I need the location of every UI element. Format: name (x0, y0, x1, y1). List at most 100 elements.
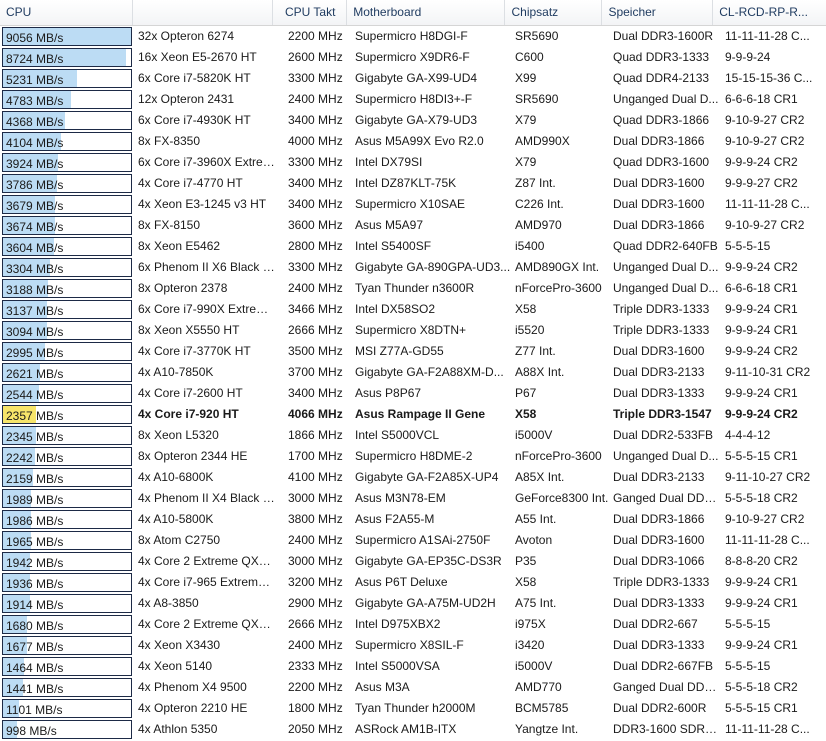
score-cell: 4368 MB/s (0, 110, 134, 131)
chipset-cell: AMD890GX Int. (515, 260, 600, 274)
table-row[interactable]: 3786 MB/s 4x Core i7-4770 HT 3400 MHz Intel… (0, 173, 826, 194)
cpu-name-cell: 8x FX-8150 (138, 218, 201, 232)
table-row[interactable]: 2621 MB/s 4x A10-7850K 3700 MHz Gigabyte GA… (0, 362, 826, 383)
table-row[interactable]: 1464 MB/s 4x Xeon 5140 2333 MHz Intel S5000… (0, 656, 826, 677)
motherboard-cell: Intel S5400SF (355, 239, 432, 253)
memory-cell: Triple DDR3-1333 (613, 323, 710, 337)
table-row[interactable]: 1441 MB/s 4x Phenom X4 9500 2200 MHz Asus M… (0, 677, 826, 698)
score-label: 3188 MB/s (6, 283, 64, 297)
cpu-name-cell: 4x Xeon X3430 (138, 638, 221, 652)
score-label: 998 MB/s (6, 724, 57, 738)
timing-cell: 9-9-9-24 CR2 (725, 344, 798, 358)
column-header-motherboard[interactable]: Motherboard (347, 0, 506, 25)
table-row[interactable]: 1677 MB/s 4x Xeon X3430 2400 MHz Supermicro… (0, 635, 826, 656)
table-row[interactable]: 2345 MB/s 8x Xeon L5320 1866 MHz Intel S500… (0, 425, 826, 446)
timing-cell: 9-9-9-27 CR2 (725, 176, 798, 190)
column-header-cpu-clock[interactable]: CPU Takt (273, 0, 348, 25)
cpu-clock-cell: 2666 MHz (288, 617, 343, 631)
score-bar: 1101 MB/s (2, 699, 132, 718)
table-row[interactable]: 3679 MB/s 4x Xeon E3-1245 v3 HT 3400 MHz Su… (0, 194, 826, 215)
column-header-cpu[interactable]: CPU (0, 0, 133, 25)
score-bar: 1986 MB/s (2, 510, 132, 529)
table-row[interactable]: 5231 MB/s 6x Core i7-5820K HT 3300 MHz Giga… (0, 68, 826, 89)
chipset-cell: AMD970 (515, 218, 562, 232)
cpu-clock-cell: 3000 MHz (288, 554, 343, 568)
score-bar: 2995 MB/s (2, 342, 132, 361)
score-cell: 998 MB/s (0, 719, 134, 740)
cpu-clock-cell: 1700 MHz (288, 449, 343, 463)
cpu-clock-cell: 3400 MHz (288, 386, 343, 400)
table-row[interactable]: 1965 MB/s 8x Atom C2750 2400 MHz Supermicro… (0, 530, 826, 551)
table-row[interactable]: 2242 MB/s 8x Opteron 2344 HE 1700 MHz Super… (0, 446, 826, 467)
table-row[interactable]: 2159 MB/s 4x A10-6800K 4100 MHz Gigabyte GA… (0, 467, 826, 488)
table-row[interactable]: 8724 MB/s 16x Xeon E5-2670 HT 2600 MHz Supe… (0, 47, 826, 68)
score-cell: 2544 MB/s (0, 383, 134, 404)
score-bar: 998 MB/s (2, 720, 132, 739)
timing-cell: 6-6-6-18 CR1 (725, 281, 798, 295)
timing-cell: 4-4-4-12 (725, 428, 771, 442)
table-row[interactable]: 3604 MB/s 8x Xeon E5462 2800 MHz Intel S540… (0, 236, 826, 257)
timing-cell: 5-5-5-15 (725, 659, 771, 673)
timing-cell: 6-6-6-18 CR1 (725, 92, 798, 106)
timing-cell: 9-10-9-27 CR2 (725, 134, 805, 148)
table-row[interactable]: 998 MB/s 4x Athlon 5350 2050 MHz ASRock AM1… (0, 719, 826, 740)
score-cell: 4104 MB/s (0, 131, 134, 152)
table-body: 9056 MB/s 32x Opteron 6274 2200 MHz Supermi… (0, 26, 826, 740)
table-row[interactable]: 1942 MB/s 4x Core 2 Extreme QX9650 3000 MH… (0, 551, 826, 572)
timing-cell: 5-5-5-15 CR1 (725, 701, 798, 715)
chipset-cell: nForcePro-3600 (515, 281, 602, 295)
motherboard-cell: Asus F2A55-M (355, 512, 435, 526)
memory-cell: Dual DDR3-1600 (613, 197, 705, 211)
table-row[interactable]: 2995 MB/s 4x Core i7-3770K HT 3500 MHz MSI … (0, 341, 826, 362)
table-row[interactable]: 3094 MB/s 8x Xeon X5550 HT 2666 MHz Supermi… (0, 320, 826, 341)
table-row[interactable]: 9056 MB/s 32x Opteron 6274 2200 MHz Supermi… (0, 26, 826, 47)
table-row[interactable]: 1989 MB/s 4x Phenom II X4 Black 940 3000 M… (0, 488, 826, 509)
table-row[interactable]: 4104 MB/s 8x FX-8350 4000 MHz Asus M5A99X E… (0, 131, 826, 152)
table-row[interactable]: 2544 MB/s 4x Core i7-2600 HT 3400 MHz Asus … (0, 383, 826, 404)
cpu-name-cell: 8x Opteron 2378 (138, 281, 228, 295)
column-header-chipset[interactable]: Chipsatz (505, 0, 603, 25)
cpu-clock-cell: 2333 MHz (288, 659, 343, 673)
chipset-cell: AMD990X (515, 134, 570, 148)
column-header-memory[interactable]: Speicher (602, 0, 714, 25)
table-row[interactable]: 1101 MB/s 4x Opteron 2210 HE 1800 MHz Tyan … (0, 698, 826, 719)
score-label: 9056 MB/s (6, 31, 64, 45)
table-row[interactable]: 1680 MB/s 4x Core 2 Extreme QX6700 2666 MH… (0, 614, 826, 635)
timing-cell: 9-10-9-27 CR2 (725, 113, 805, 127)
table-row[interactable]: 3188 MB/s 8x Opteron 2378 2400 MHz Tyan Thu… (0, 278, 826, 299)
score-cell: 5231 MB/s (0, 68, 134, 89)
timing-cell: 11-11-11-28 C... (725, 197, 810, 211)
score-cell: 3188 MB/s (0, 278, 134, 299)
column-header-timings[interactable]: CL-RCD-RP-R... (713, 0, 826, 25)
table-row[interactable]: 1936 MB/s 4x Core i7-965 Extreme HT 3200 M… (0, 572, 826, 593)
timing-cell: 11-11-11-28 C... (725, 533, 810, 547)
cpu-name-cell: 4x Core 2 Extreme QX6700 (138, 617, 276, 631)
motherboard-cell: Gigabyte GA-X79-UD3 (355, 113, 478, 127)
table-row[interactable]: 3137 MB/s 6x Core i7-990X Extreme ... 3466… (0, 299, 826, 320)
timing-cell: 9-9-9-24 CR1 (725, 638, 798, 652)
chipset-cell: SR5690 (515, 29, 559, 43)
chipset-cell: X99 (515, 71, 537, 85)
table-row[interactable]: 1986 MB/s 4x A10-5800K 3800 MHz Asus F2A55-… (0, 509, 826, 530)
chipset-cell: Yangtze Int. (515, 722, 579, 736)
table-row[interactable]: 1914 MB/s 4x A8-3850 2900 MHz Gigabyte GA-A… (0, 593, 826, 614)
table-row-current-system[interactable]: 2357 MB/s 4x Core i7-920 HT 4066 MHz Asus R… (0, 404, 826, 425)
table-row[interactable]: 3304 MB/s 6x Phenom II X6 Black 1... 3300 … (0, 257, 826, 278)
cpu-clock-cell: 2400 MHz (288, 533, 343, 547)
table-row[interactable]: 4783 MB/s 12x Opteron 2431 2400 MHz Supermi… (0, 89, 826, 110)
motherboard-cell: Gigabyte GA-F2A88XM-D... (355, 365, 504, 379)
chipset-cell: C226 Int. (515, 197, 564, 211)
table-row[interactable]: 4368 MB/s 6x Core i7-4930K HT 3400 MHz Giga… (0, 110, 826, 131)
cpu-clock-cell: 1800 MHz (288, 701, 343, 715)
memory-cell: Dual DDR3-1866 (613, 512, 705, 526)
score-label: 1989 MB/s (6, 493, 64, 507)
table-row[interactable]: 3674 MB/s 8x FX-8150 3600 MHz Asus M5A97 AMD… (0, 215, 826, 236)
score-label: 2159 MB/s (6, 472, 64, 486)
score-bar: 2242 MB/s (2, 447, 132, 466)
timing-cell: 15-15-15-36 C... (725, 71, 813, 85)
motherboard-cell: Supermicro X10SAE (355, 197, 466, 211)
score-cell: 1986 MB/s (0, 509, 134, 530)
column-header-spacer[interactable] (133, 0, 273, 25)
table-row[interactable]: 3924 MB/s 6x Core i7-3960X Extrem... 3300 … (0, 152, 826, 173)
memory-cell: Ganged Dual DDR... (613, 491, 721, 505)
